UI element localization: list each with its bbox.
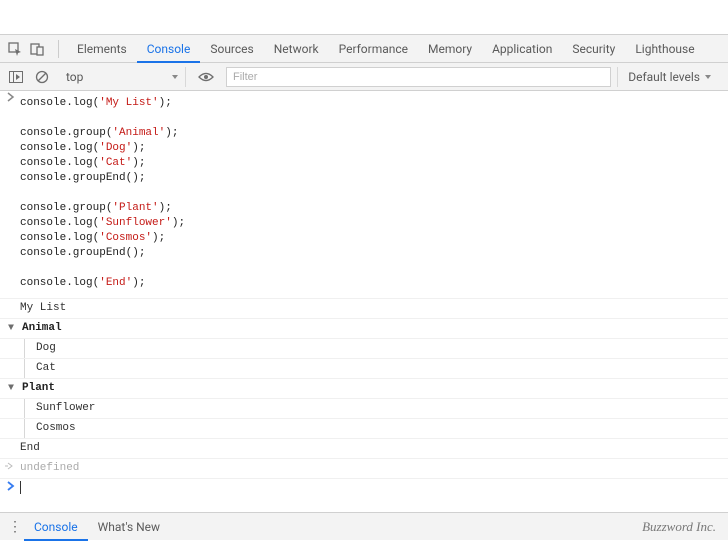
tab-separator	[58, 40, 59, 58]
group-title: Plant	[22, 381, 55, 396]
clear-console-icon[interactable]	[32, 67, 52, 87]
drawer-tab-console[interactable]: Console	[24, 513, 88, 541]
tab-memory[interactable]: Memory	[418, 35, 482, 63]
return-value: undefined	[20, 462, 79, 474]
live-expression-icon[interactable]	[196, 67, 216, 87]
log-levels-selector[interactable]: Default levels	[617, 67, 722, 87]
group-header[interactable]: ▼ Plant	[0, 379, 728, 399]
chevron-down-icon	[704, 73, 712, 81]
drawer-menu-icon[interactable]: ⋮	[8, 519, 24, 535]
console-body: console.log('My List'); console.group('A…	[0, 91, 728, 512]
group-item: Cat	[0, 359, 728, 379]
tab-security[interactable]: Security	[562, 35, 625, 63]
filter-input[interactable]	[226, 67, 611, 87]
disclosure-triangle-icon: ▼	[8, 321, 18, 336]
log-line: My List	[0, 299, 728, 319]
prompt-chevron-icon	[4, 481, 18, 497]
group-title: Animal	[22, 321, 62, 336]
window-top-spacer	[0, 0, 728, 35]
drawer-tab-what-s-new[interactable]: What's New	[88, 513, 170, 541]
console-input-entry: console.log('My List'); console.group('A…	[0, 91, 728, 299]
device-toolbar-icon[interactable]	[28, 40, 46, 58]
group-item: Sunflower	[0, 399, 728, 419]
return-chevron-icon	[4, 461, 14, 477]
log-line: End	[0, 439, 728, 459]
tab-lighthouse[interactable]: Lighthouse	[625, 35, 704, 63]
execution-context-selector[interactable]: top	[58, 67, 186, 87]
levels-label: Default levels	[628, 70, 700, 84]
tab-application[interactable]: Application	[482, 35, 562, 63]
group-header[interactable]: ▼ Animal	[0, 319, 728, 339]
text-cursor	[20, 481, 21, 494]
tab-sources[interactable]: Sources	[200, 35, 263, 63]
input-chevron-icon	[4, 92, 18, 108]
return-value-row: undefined	[0, 459, 728, 479]
disclosure-triangle-icon: ▼	[8, 381, 18, 396]
toggle-sidebar-icon[interactable]	[6, 67, 26, 87]
brand-label: Buzzword Inc.	[642, 519, 720, 535]
code-block: console.log('My List'); console.group('A…	[20, 92, 185, 297]
group-item: Cosmos	[0, 419, 728, 439]
devtools-tabbar: ElementsConsoleSourcesNetworkPerformance…	[0, 35, 728, 63]
tab-elements[interactable]: Elements	[67, 35, 137, 63]
console-prompt[interactable]	[0, 479, 728, 499]
chevron-down-icon	[171, 70, 179, 84]
console-toolbar: top Default levels	[0, 63, 728, 91]
tab-performance[interactable]: Performance	[329, 35, 418, 63]
context-label: top	[66, 70, 83, 84]
drawer: ⋮ ConsoleWhat's New Buzzword Inc.	[0, 512, 728, 540]
group-item: Dog	[0, 339, 728, 359]
tab-console[interactable]: Console	[137, 35, 201, 63]
inspect-element-icon[interactable]	[6, 40, 24, 58]
tab-network[interactable]: Network	[264, 35, 329, 63]
